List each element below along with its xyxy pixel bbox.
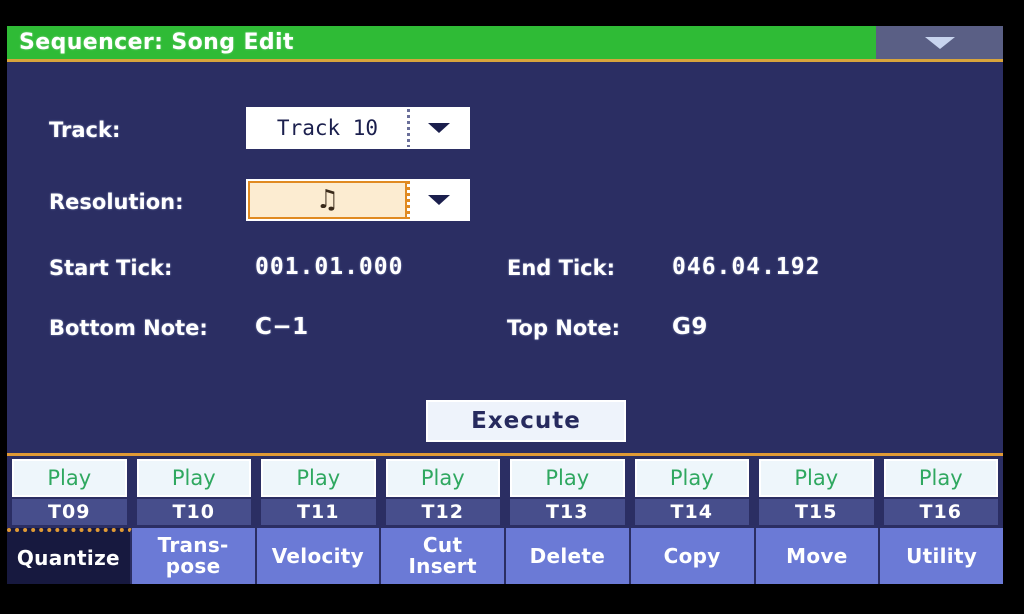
play-button[interactable]: Play: [385, 459, 500, 497]
play-button[interactable]: Play: [883, 459, 998, 497]
track-cell: Play T16: [879, 456, 1004, 525]
top-note-label: Top Note:: [507, 316, 620, 340]
tab-cutinsert[interactable]: Cut Insert: [381, 528, 506, 584]
resolution-select-arrow[interactable]: [410, 181, 468, 219]
title-bar-main: Sequencer: Song Edit: [7, 26, 876, 59]
track-cell: Play T13: [505, 456, 630, 525]
main-panel: Track: Track 10 Resolution: ♫ Start Tick…: [7, 62, 1003, 453]
resolution-select-value: ♫: [248, 181, 407, 219]
device-screen: Sequencer: Song Edit Track: Track 10 Res…: [7, 26, 1003, 584]
end-tick-label: End Tick:: [507, 256, 615, 280]
play-button[interactable]: Play: [759, 459, 874, 497]
end-tick-value[interactable]: 046.04.192: [672, 254, 820, 280]
tab-delete[interactable]: Delete: [506, 528, 631, 584]
track-select-value: Track 10: [248, 109, 407, 147]
track-select-arrow[interactable]: [410, 109, 468, 147]
play-button[interactable]: Play: [12, 459, 127, 497]
page-menu-button[interactable]: [876, 26, 1003, 59]
track-label: Track:: [49, 118, 121, 142]
track-cell: Play T10: [132, 456, 257, 525]
track-strip: Play T09 Play T10 Play T11 Play T12 Play T13 Play T…: [7, 456, 1003, 525]
track-cell: Play T14: [630, 456, 755, 525]
top-note-value[interactable]: G9: [672, 314, 708, 340]
resolution-label: Resolution:: [49, 190, 184, 214]
track-name-label[interactable]: T12: [385, 499, 500, 525]
page-title: Sequencer: Song Edit: [19, 30, 294, 55]
tab-utility[interactable]: Utility: [880, 528, 1003, 584]
chevron-down-icon: [924, 36, 955, 49]
tab-move[interactable]: Move: [755, 528, 881, 584]
start-tick-label: Start Tick:: [49, 256, 173, 280]
track-name-label[interactable]: T10: [136, 499, 251, 525]
track-cell: Play T12: [381, 456, 506, 525]
tab-velocity[interactable]: Velocity: [256, 528, 382, 584]
resolution-select[interactable]: ♫: [246, 179, 470, 221]
chevron-down-icon: [428, 195, 450, 205]
track-name-label[interactable]: T13: [510, 499, 625, 525]
bottom-note-value[interactable]: C−1: [255, 314, 309, 340]
start-tick-value[interactable]: 001.01.000: [255, 254, 403, 280]
play-button[interactable]: Play: [510, 459, 625, 497]
track-name-label[interactable]: T16: [883, 499, 998, 525]
title-bar: Sequencer: Song Edit: [7, 26, 1003, 59]
track-name-label[interactable]: T09: [12, 499, 127, 525]
execute-button[interactable]: Execute: [426, 400, 626, 442]
track-cell: Play T09: [7, 456, 132, 525]
track-name-label[interactable]: T15: [759, 499, 874, 525]
play-button[interactable]: Play: [136, 459, 251, 497]
track-cell: Play T11: [256, 456, 381, 525]
track-name-label[interactable]: T14: [634, 499, 749, 525]
track-name-label[interactable]: T11: [261, 499, 376, 525]
track-cell: Play T15: [754, 456, 879, 525]
tab-bar: Quantize Trans- pose Velocity Cut Insert Del…: [7, 528, 1003, 584]
tab-trans-pose[interactable]: Trans- pose: [131, 528, 257, 584]
play-button[interactable]: Play: [634, 459, 749, 497]
thirty-second-note-icon: ♫: [315, 185, 340, 215]
tab-quantize[interactable]: Quantize: [7, 528, 132, 584]
play-button[interactable]: Play: [261, 459, 376, 497]
track-select[interactable]: Track 10: [246, 107, 470, 149]
chevron-down-icon: [428, 123, 450, 133]
bottom-note-label: Bottom Note:: [49, 316, 208, 340]
tab-copy[interactable]: Copy: [630, 528, 756, 584]
